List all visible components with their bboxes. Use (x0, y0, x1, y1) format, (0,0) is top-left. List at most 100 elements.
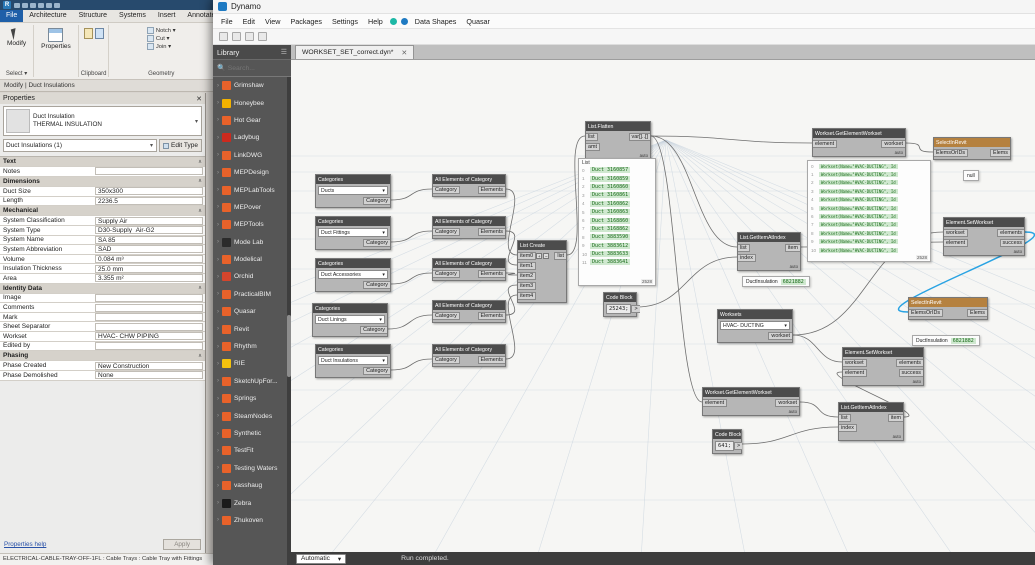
output-port[interactable]: success (999, 239, 1024, 247)
open-file-icon[interactable] (232, 32, 241, 41)
node-gws1[interactable]: Workset.GetElementWorkset element workset a… (812, 128, 906, 157)
node-dropdown[interactable]: HVAC- DUCTING ▾ (720, 321, 790, 330)
dynamo-title-bar[interactable]: Dynamo (213, 0, 1035, 14)
wire[interactable] (650, 135, 703, 403)
input-port[interactable]: Category (433, 356, 460, 364)
workset-preview[interactable]: 0 Workset(Name="HVAC-DUCTING", Id 1 Workset… (807, 160, 931, 262)
output-port[interactable]: Elems (967, 309, 987, 317)
node-all1[interactable]: All Elements of Category Category Elements (432, 174, 506, 197)
library-item-quasar[interactable]: › Quasar (213, 303, 291, 320)
library-item-honeybee[interactable]: › Honeybee (213, 94, 291, 111)
node-cat5[interactable]: Categories Duct Insulations ▾ Category (315, 344, 391, 378)
node-gws2[interactable]: Workset.GetElementWorkset element workset a… (702, 387, 800, 416)
library-item-steamnodes[interactable]: › SteamNodes (213, 407, 291, 424)
tool-notch[interactable]: Notch ▾ (146, 27, 176, 34)
output-port[interactable]: Elements (477, 356, 505, 364)
revit-tab-structure[interactable]: Structure (73, 10, 113, 22)
menu-view[interactable]: View (260, 15, 285, 28)
node-dropdown[interactable]: Ducts ▾ (318, 186, 388, 195)
close-icon[interactable]: ✕ (401, 49, 407, 57)
type-selector[interactable]: Duct Insulation THERMAL INSULATION ▾ (3, 106, 202, 136)
output-port[interactable]: item (784, 244, 800, 252)
run-mode-select[interactable]: Automatic ▾ (296, 553, 347, 564)
menu-quasar[interactable]: Quasar (461, 15, 495, 28)
wire[interactable] (905, 142, 934, 153)
print-icon[interactable] (46, 2, 52, 8)
property-value[interactable] (95, 167, 203, 176)
node-dropdown[interactable]: Duct Accessories ▾ (318, 270, 388, 279)
redo-icon[interactable] (38, 2, 44, 8)
menu-settings[interactable]: Settings (327, 15, 363, 28)
wire[interactable] (505, 188, 518, 256)
property-value[interactable]: New Construction (95, 361, 203, 370)
property-value[interactable] (95, 293, 203, 302)
node-cat3[interactable]: Categories Duct Accessories ▾ Category (315, 258, 391, 292)
property-value[interactable]: D30-Supply_Air-G2 (95, 226, 203, 235)
node-sel2[interactable]: SelectInRevit ElemsOrIDs Elems (908, 297, 988, 320)
library-item-revit[interactable]: › Revit (213, 320, 291, 337)
input-port[interactable]: list (738, 244, 750, 252)
node-all2[interactable]: All Elements of Category Category Elements (432, 216, 506, 239)
node-dropdown[interactable]: Duct Fittings ▾ (318, 228, 388, 237)
revit-tab-systems[interactable]: Systems (113, 10, 152, 22)
dynamo-canvas[interactable]: Categories Ducts ▾ Category Categories Duct F… (291, 60, 1035, 552)
node-all5[interactable]: All Elements of Category Category Elements (432, 344, 506, 367)
undo-icon[interactable] (30, 2, 36, 8)
node-cb2[interactable]: Code Block 641; > (712, 429, 743, 454)
collapse-icon[interactable]: ∧ (198, 285, 202, 291)
wire[interactable] (799, 401, 839, 418)
library-item-synthetic[interactable]: › Synthetic (213, 425, 291, 442)
node-dropdown[interactable]: Duct Insulations ▾ (318, 356, 388, 365)
library-item-meptools[interactable]: › MEPTools (213, 216, 291, 233)
code-text[interactable]: 641; (715, 441, 734, 451)
wire[interactable] (505, 284, 518, 316)
close-icon[interactable]: ✕ (196, 95, 202, 103)
library-item-sketchupfor-[interactable]: › SketchUpFor... (213, 373, 291, 390)
wire[interactable] (390, 188, 433, 201)
input-port[interactable]: list (586, 133, 598, 141)
input-port[interactable]: item2 (518, 272, 537, 280)
save-icon[interactable] (22, 2, 28, 8)
output-port[interactable]: var[]..[] (628, 133, 650, 141)
node-cat4[interactable]: Categories Duct Linings ▾ Category (312, 303, 388, 337)
node-flatten[interactable]: List.Flatten list var[]..[] amt auto (585, 121, 651, 160)
output-port[interactable]: item (887, 414, 903, 422)
library-item-modelical[interactable]: › Modelical (213, 251, 291, 268)
wire[interactable] (390, 272, 433, 285)
output-port[interactable]: success (898, 369, 923, 377)
apply-button[interactable]: Apply (163, 539, 201, 550)
node-sel1[interactable]: SelectInRevit ElemsOrIDs Elems (933, 137, 1011, 160)
input-port[interactable]: amt (586, 143, 600, 151)
output-port[interactable]: Elements (477, 186, 505, 194)
tool-join[interactable]: Join ▾ (146, 43, 176, 50)
tool-cut[interactable]: Cut ▾ (146, 35, 176, 42)
collapse-icon[interactable]: ∧ (198, 353, 202, 359)
wire[interactable] (505, 230, 518, 266)
menu-edit[interactable]: Edit (238, 15, 260, 28)
wire[interactable] (650, 135, 813, 144)
wire[interactable] (505, 294, 518, 360)
node-gi2[interactable]: List.GetItemAtIndex list item index auto (838, 402, 904, 441)
library-item-mepdesign[interactable]: › MEPDesign (213, 164, 291, 181)
node-cat1[interactable]: Categories Ducts ▾ Category (315, 174, 391, 208)
save-icon[interactable] (245, 32, 254, 41)
list-create-buttons[interactable]: + − (536, 253, 550, 259)
property-value[interactable] (95, 341, 203, 350)
revit-tab-architecture[interactable]: Architecture (23, 10, 72, 22)
input-port[interactable]: index (738, 254, 756, 262)
output-port[interactable]: Elems (990, 149, 1010, 157)
output-port[interactable]: > (733, 442, 743, 450)
property-value[interactable]: 25.0 mm (95, 264, 203, 273)
library-item-zebra[interactable]: › Zebra (213, 494, 291, 511)
input-port[interactable]: item4 (518, 292, 537, 300)
library-item-practicalbim[interactable]: › PracticalBIM (213, 286, 291, 303)
modify-button[interactable]: Modify (2, 25, 31, 50)
property-section[interactable]: Text ∧ (0, 157, 205, 168)
library-item-grimshaw[interactable]: › Grimshaw (213, 77, 291, 94)
code-text[interactable]: 25243; (606, 304, 632, 314)
node-setws1[interactable]: Element.SetWorkset workset elements element… (943, 217, 1025, 256)
revit-tab-file[interactable]: File (0, 10, 24, 22)
input-port[interactable]: item1 (518, 262, 537, 270)
output-port[interactable]: Category (363, 239, 390, 247)
collapse-icon[interactable]: ∧ (198, 159, 202, 165)
